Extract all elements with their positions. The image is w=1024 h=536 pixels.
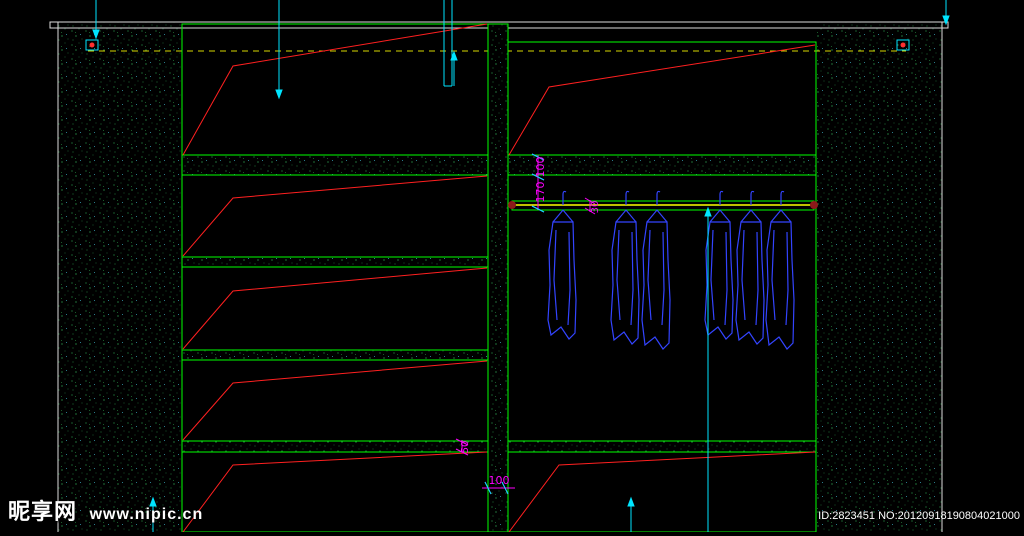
garment [735,190,765,345]
left-shelves [181,154,489,453]
hanging-clothes [547,190,795,350]
left-cabinet-frame [181,23,489,533]
garment [765,190,795,350]
dim-50: 50 [460,441,471,454]
watermark-brand-name: 昵享网 [8,499,78,524]
dim-30: 30 [590,201,601,214]
watermark-url: www.nipic.cn [89,506,204,523]
dim-170: 170 [534,182,547,203]
garment [547,190,577,340]
dim-100-bottom: 100 [489,474,510,487]
right-wall [816,22,942,532]
right-shelves [507,154,817,453]
dim-100-top: 100 [534,157,547,178]
center-divider [487,23,509,533]
hanging-rail [508,200,818,211]
watermark-brand: 昵享网 www.nipic.cn [8,494,203,526]
garment [641,190,671,350]
garment [610,190,640,345]
watermark-id: ID:2823451 NO:20120918190804021000 [818,510,1020,522]
wardrobe-elevation: 100 170 30 50 100 [49,0,950,533]
cad-drawing: 100 170 30 50 100 昵享网 www.nipic.cn ID:28… [0,0,1024,533]
left-wall [58,22,182,532]
